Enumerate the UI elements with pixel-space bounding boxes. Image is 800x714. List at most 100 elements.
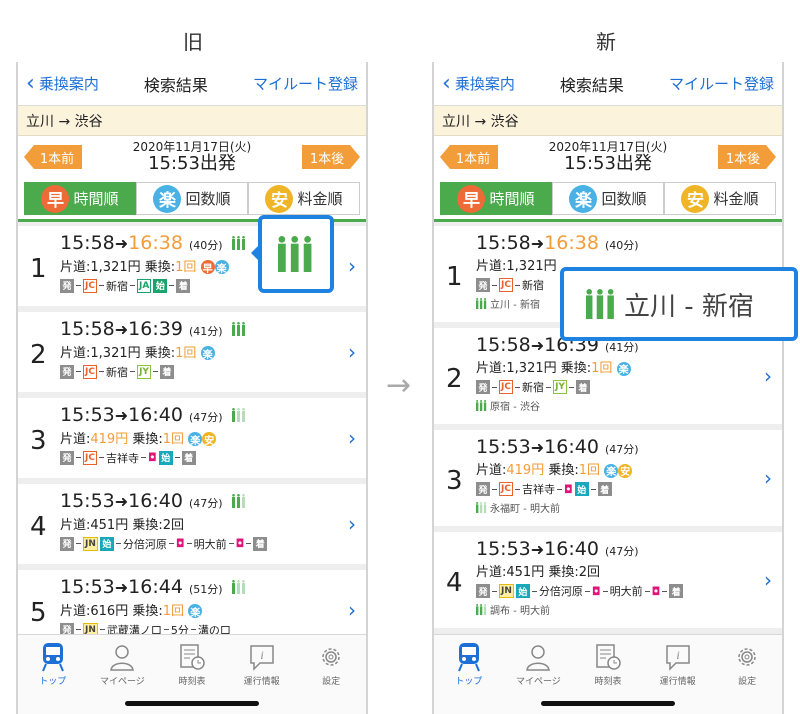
chevron-right-icon[interactable]: › [764, 568, 772, 592]
tab-top[interactable]: トップ [18, 640, 88, 714]
result-card[interactable]: 4 › 15:53➜16:40 (47分) 片道:451円 乗換:2回 発 JN… [18, 484, 366, 564]
back-button[interactable]: ‹ 乗換案内 [442, 72, 515, 95]
tab-label: 設定 [322, 677, 341, 687]
fare-label: 片道: [60, 259, 91, 275]
transfer-unit: 回 [171, 603, 185, 619]
train-seat-icon [278, 236, 312, 272]
arrow-icon: ➜ [530, 438, 545, 457]
chevron-right-icon[interactable]: › [348, 512, 356, 536]
info-icon: i [248, 640, 276, 674]
tab-settings[interactable]: 設定 [296, 640, 366, 714]
duration: (47分) [188, 497, 223, 510]
route-line: 発 JC 吉祥寺 ◘ 始 着 [476, 481, 782, 497]
dep-time: 15:53 [60, 490, 115, 512]
chevron-left-icon: ‹ [26, 70, 35, 96]
start-tag: 発 [60, 364, 74, 379]
chevron-right-icon[interactable]: › [348, 426, 356, 450]
my-route-button[interactable]: マイルート登録 [253, 73, 358, 94]
chevron-right-icon[interactable]: › [764, 466, 772, 490]
tab-time-order[interactable]: 早 時間順 [24, 182, 136, 215]
raku-mini-icon: 楽 [200, 346, 215, 361]
route-line: 発 JN 始 分倍河原 ◘ 明大前 ◘ 着 [476, 583, 782, 599]
person-icon [524, 640, 552, 674]
result-card[interactable]: 2 › 15:58➜16:39 (41分) 片道:1,321円 乗換:1回 楽 … [18, 312, 366, 392]
transfer-unit: 回 [587, 565, 601, 580]
haya-mini-icon: 早 [200, 260, 215, 275]
tab-label: 時刻表 [594, 677, 622, 687]
arrow-icon: ➜ [114, 234, 129, 253]
transfer-count: 1 [578, 463, 588, 478]
back-button[interactable]: ‹ 乗換案内 [26, 70, 99, 96]
fare-label: 片道: [60, 345, 91, 361]
sort-tabs: 早 時間順 楽 回数順 安 料金順 [434, 180, 782, 222]
train-seat-icon [586, 289, 614, 319]
tab-transfer-order[interactable]: 楽 回数順 [136, 182, 248, 215]
fare-label: 片道: [476, 565, 507, 580]
station-name: 吉祥寺 [106, 451, 139, 465]
result-card[interactable]: 2 › 15:58➜16:39 (41分) 片道:1,321円 乗換:1回 楽 … [434, 328, 782, 424]
transfer-unit: 回 [171, 431, 185, 447]
line-jn-tag: JN [83, 622, 98, 634]
result-card[interactable]: 3 › 15:53➜16:40 (47分) 片道:419円 乗換:1回 楽安 発… [18, 398, 366, 478]
hajime-tag: 始 [153, 278, 168, 293]
station-name: 新宿 [106, 279, 128, 293]
line-jy-tag: JY [553, 380, 567, 394]
train-seat-icon [231, 319, 246, 341]
tab-fare-order[interactable]: 安 料金順 [248, 182, 360, 215]
result-card[interactable]: 4 › 15:53➜16:40 (47分) 片道:451円 乗換:2回 発 JN… [434, 532, 782, 628]
hajime-tag: 始 [99, 536, 114, 551]
dep-time: 15:53 [60, 576, 115, 598]
chevron-right-icon[interactable]: › [348, 340, 356, 364]
tab-settings[interactable]: 設定 [712, 640, 782, 714]
next-train-button[interactable]: 1本後 [718, 145, 776, 169]
end-tag: 着 [597, 482, 612, 496]
tab-top[interactable]: トップ [434, 640, 504, 714]
dep-time: 15:53 [476, 436, 531, 458]
tab-label: トップ [39, 677, 67, 687]
transfer-count: 2 [578, 565, 588, 580]
my-route-button[interactable]: マイルート登録 [669, 73, 774, 94]
fare-label: 片道: [476, 361, 507, 376]
transfer-label: 乗換: [132, 431, 163, 447]
duration: (47分) [188, 411, 223, 424]
transfer-label: 乗換: [560, 361, 592, 376]
transfer-label: 乗換: [548, 565, 579, 580]
next-train-button[interactable]: 1本後 [302, 145, 360, 169]
tab-label: 設定 [738, 677, 757, 687]
duration: (41分) [604, 341, 639, 354]
home-indicator [541, 701, 675, 706]
chevron-right-icon[interactable]: › [764, 364, 772, 388]
fare-value: 1,321円 [90, 345, 141, 361]
seat-section: 原宿 - 渋谷 [476, 398, 782, 413]
result-card[interactable]: 3 › 15:53➜16:40 (47分) 片道:419円 乗換:1回 楽安 発… [434, 430, 782, 526]
private-line-icon: ◘ [148, 451, 157, 464]
line-jc-tag: JC [499, 482, 513, 496]
station-name: 明大前 [193, 537, 227, 551]
end-tag: 着 [181, 450, 196, 465]
result-number: 4 [446, 568, 463, 598]
haya-badge-icon: 早 [457, 184, 486, 213]
station-name: 溝の口 [197, 623, 231, 635]
arrow-icon: ➜ [530, 540, 545, 559]
gear-icon [317, 640, 345, 674]
seat-section: 調布 - 明大前 [476, 602, 782, 617]
dep-time: 15:58 [476, 232, 531, 254]
chevron-right-icon[interactable]: › [348, 598, 356, 622]
fare-row: 片道:616円 乗換:1回 楽 [60, 600, 366, 619]
seat-section-label: 永福町 - 明大前 [490, 504, 560, 515]
date-row: 1本前 2020年11月17日(火) 15:53出発 1本後 [18, 136, 366, 180]
tab-time-order[interactable]: 早 時間順 [440, 182, 552, 215]
arr-time: 16:40 [544, 538, 599, 560]
line-jn-tag: JN [83, 536, 98, 551]
result-card[interactable]: 5 › 15:53➜16:44 (51分) 片道:616円 乗換:1回 楽 発 … [18, 570, 366, 634]
back-label: 乗換案内 [38, 75, 99, 93]
chevron-right-icon[interactable]: › [348, 254, 356, 278]
fare-value: 1,321円 [90, 259, 141, 275]
transfer-count: 1 [162, 603, 172, 619]
tab-transfer-order[interactable]: 楽 回数順 [552, 182, 664, 215]
tab-fare-order[interactable]: 安 料金順 [664, 182, 776, 215]
raku-mini-icon: 楽 [188, 432, 203, 447]
private-line-icon: ◘ [591, 584, 601, 598]
person-icon [108, 640, 136, 674]
result-times: 15:53➜16:44 (51分) [60, 576, 366, 599]
